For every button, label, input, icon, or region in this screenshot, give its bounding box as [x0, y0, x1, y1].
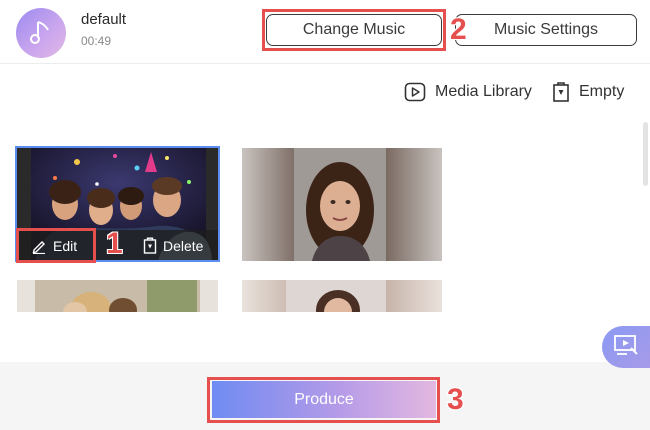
group-photo	[17, 280, 218, 312]
screen-record-float-button[interactable]	[602, 326, 650, 368]
play-square-icon	[404, 82, 426, 102]
media-library-button[interactable]: Media Library	[404, 80, 532, 104]
annotation-box-produce	[207, 377, 440, 423]
annotation-box-edit	[16, 228, 96, 263]
empty-button[interactable]: Empty	[552, 80, 624, 104]
music-duration: 00:49	[81, 34, 112, 48]
trash-icon	[143, 237, 157, 254]
media-library-label: Media Library	[435, 83, 532, 100]
media-item-portrait-woman[interactable]	[242, 148, 442, 261]
delete-button[interactable]: Delete	[143, 237, 203, 254]
media-item-group-outdoor[interactable]	[17, 280, 218, 312]
smile-photo	[242, 280, 442, 312]
annotation-step-1: 1	[106, 227, 123, 260]
empty-label: Empty	[579, 83, 625, 100]
music-title: default	[81, 11, 127, 28]
music-note-icon	[16, 8, 66, 58]
annotation-step-2: 2	[450, 13, 467, 46]
annotation-step-3: 3	[447, 383, 464, 416]
portrait-photo	[242, 148, 442, 261]
screen-play-icon	[613, 334, 639, 361]
trash-icon	[552, 81, 570, 103]
delete-label: Delete	[163, 237, 204, 254]
scrollbar-thumb[interactable]	[643, 122, 648, 186]
annotation-box-change-music	[262, 9, 446, 51]
music-settings-button[interactable]: Music Settings	[455, 14, 637, 46]
media-item-portrait-smile[interactable]	[242, 280, 442, 312]
